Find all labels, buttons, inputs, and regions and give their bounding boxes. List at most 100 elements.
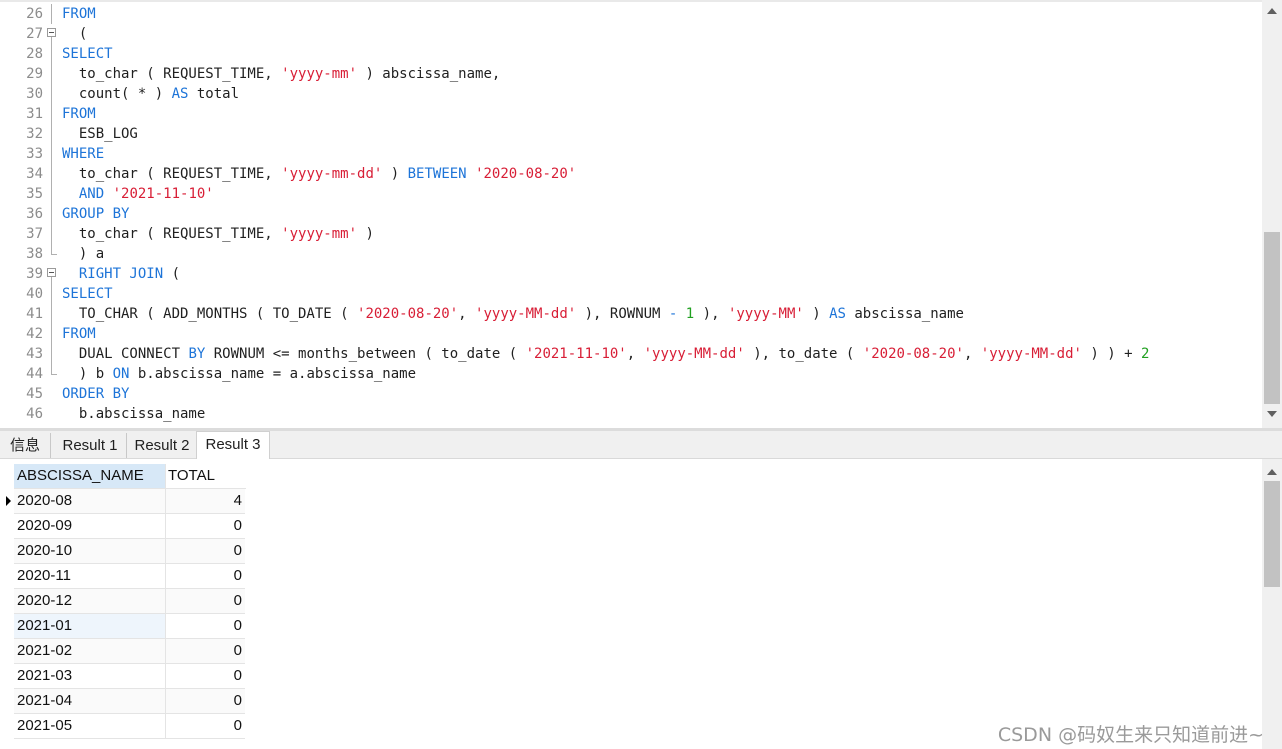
sql-keyword: RIGHT JOIN bbox=[78, 266, 164, 282]
code-line[interactable]: 34 to_char ( REQUEST_TIME, 'yyyy-mm-dd' … bbox=[0, 164, 1262, 184]
cell-abscissa-name[interactable]: 2021-01 bbox=[14, 614, 166, 639]
cell-total[interactable]: 0 bbox=[166, 614, 245, 639]
code-line[interactable]: 31 FROM bbox=[0, 104, 1262, 124]
scroll-down-arrow-icon[interactable] bbox=[1267, 411, 1277, 417]
fold-collapse-icon[interactable] bbox=[46, 24, 58, 44]
cell-total[interactable]: 0 bbox=[166, 589, 245, 614]
result-vertical-scrollbar[interactable] bbox=[1262, 459, 1282, 749]
code-text: count( * ) AS total bbox=[62, 84, 239, 104]
sql-string: 'yyyy-MM-dd' bbox=[475, 306, 577, 322]
line-number: 28 bbox=[26, 46, 43, 62]
cell-total[interactable]: 0 bbox=[166, 664, 245, 689]
table-row[interactable]: 2020-11 0 bbox=[14, 564, 246, 589]
cell-abscissa-name[interactable]: 2020-11 bbox=[14, 564, 166, 589]
code-line[interactable]: 30 count( * ) AS total bbox=[0, 84, 1262, 104]
minus-box-icon[interactable] bbox=[47, 28, 56, 37]
line-number: 46 bbox=[26, 406, 43, 422]
sql-token: ) ) + bbox=[1081, 346, 1141, 362]
code-line[interactable]: 32 ESB_LOG bbox=[0, 124, 1262, 144]
cell-total[interactable]: 4 bbox=[166, 489, 245, 514]
sql-token: count( * ) bbox=[62, 86, 172, 102]
tab-info[interactable]: 信息 bbox=[0, 433, 51, 458]
fold-guide bbox=[46, 104, 58, 124]
tab-result-3[interactable]: Result 3 bbox=[196, 431, 270, 459]
table-row[interactable]: 2021-01 0 bbox=[14, 614, 246, 639]
sql-token: to_char ( REQUEST_TIME, bbox=[62, 66, 282, 82]
sql-token: ESB_LOG bbox=[62, 126, 138, 142]
code-line[interactable]: 36 GROUP BY bbox=[0, 204, 1262, 224]
cell-total[interactable]: 0 bbox=[166, 689, 245, 714]
result-grid[interactable]: ABSCISSA_NAME TOTAL 2020-08 4 2020-09 0 2020… bbox=[6, 464, 246, 739]
column-header-abscissa-name[interactable]: ABSCISSA_NAME bbox=[14, 464, 166, 489]
table-row[interactable]: 2020-12 0 bbox=[14, 589, 246, 614]
table-row[interactable]: 2021-02 0 bbox=[14, 639, 246, 664]
editor-scroll-thumb[interactable] bbox=[1264, 232, 1280, 404]
cell-abscissa-name[interactable]: 2020-08 bbox=[14, 489, 166, 514]
scroll-up-arrow-icon[interactable] bbox=[1267, 469, 1277, 475]
table-row[interactable]: 2021-03 0 bbox=[14, 664, 246, 689]
fold-guide bbox=[46, 164, 58, 184]
code-line[interactable]: 46 b.abscissa_name bbox=[0, 404, 1262, 424]
cell-total[interactable]: 0 bbox=[166, 639, 245, 664]
cell-total[interactable]: 0 bbox=[166, 714, 245, 739]
code-line[interactable]: 41 TO_CHAR ( ADD_MONTHS ( TO_DATE ( '202… bbox=[0, 304, 1262, 324]
cell-abscissa-name[interactable]: 2021-02 bbox=[14, 639, 166, 664]
code-line[interactable]: 26 FROM bbox=[0, 4, 1262, 24]
fold-collapse-icon[interactable] bbox=[46, 264, 58, 284]
code-line[interactable]: 45 ORDER BY bbox=[0, 384, 1262, 404]
cell-total[interactable]: 0 bbox=[166, 564, 245, 589]
cell-abscissa-name[interactable]: 2020-09 bbox=[14, 514, 166, 539]
tab-result-1[interactable]: Result 1 bbox=[54, 433, 127, 458]
code-text: to_char ( REQUEST_TIME, 'yyyy-mm-dd' ) B… bbox=[62, 164, 576, 184]
cell-abscissa-name[interactable]: 2021-03 bbox=[14, 664, 166, 689]
code-line[interactable]: 43 DUAL CONNECT BY ROWNUM <= months_betw… bbox=[0, 344, 1262, 364]
scroll-up-arrow-icon[interactable] bbox=[1267, 8, 1277, 14]
sql-token: ), ROWNUM bbox=[576, 306, 669, 322]
code-text: WHERE bbox=[62, 144, 104, 164]
code-line[interactable]: 37 to_char ( REQUEST_TIME, 'yyyy-mm' ) bbox=[0, 224, 1262, 244]
line-number: 45 bbox=[26, 386, 43, 402]
table-row[interactable]: 2020-10 0 bbox=[14, 539, 246, 564]
code-line[interactable]: 44 ) b ON b.abscissa_name = a.abscissa_n… bbox=[0, 364, 1262, 384]
sql-string: '2020-08-20' bbox=[475, 166, 577, 182]
cell-abscissa-name[interactable]: 2020-10 bbox=[14, 539, 166, 564]
code-line[interactable]: 28 SELECT bbox=[0, 44, 1262, 64]
code-line[interactable]: 29 to_char ( REQUEST_TIME, 'yyyy-mm' ) a… bbox=[0, 64, 1262, 84]
table-row[interactable]: 2020-08 4 bbox=[6, 489, 246, 514]
cell-total[interactable]: 0 bbox=[166, 539, 245, 564]
code-line[interactable]: 40 SELECT bbox=[0, 284, 1262, 304]
sql-keyword: FROM bbox=[62, 6, 96, 22]
code-line[interactable]: 38 ) a bbox=[0, 244, 1262, 264]
fold-guide bbox=[46, 64, 58, 84]
cell-total[interactable]: 0 bbox=[166, 514, 245, 539]
code-text: FROM bbox=[62, 4, 96, 24]
code-line[interactable]: 27 ( bbox=[0, 24, 1262, 44]
fold-guide-line bbox=[51, 204, 52, 224]
code-line[interactable]: 33 WHERE bbox=[0, 144, 1262, 164]
tab-result-2[interactable]: Result 2 bbox=[128, 433, 196, 458]
sql-keyword: ORDER BY bbox=[62, 386, 130, 402]
cell-abscissa-name[interactable]: 2021-04 bbox=[14, 689, 166, 714]
fold-guide-line bbox=[51, 304, 52, 324]
code-text: ESB_LOG bbox=[62, 124, 138, 144]
cell-abscissa-name[interactable]: 2021-05 bbox=[14, 714, 166, 739]
column-header-total[interactable]: TOTAL bbox=[166, 464, 246, 489]
table-row[interactable]: 2021-05 0 bbox=[14, 714, 246, 739]
minus-box-icon[interactable] bbox=[47, 268, 56, 277]
sql-token: b.abscissa_name = a.abscissa_name bbox=[129, 366, 417, 382]
sql-editor[interactable]: 26 FROM 27 (28 SELECT 29 to_char ( REQUEST_T… bbox=[0, 0, 1282, 428]
editor-vertical-scrollbar[interactable] bbox=[1262, 0, 1282, 428]
code-line[interactable]: 42 FROM bbox=[0, 324, 1262, 344]
result-tabbar: 信息 Result 1 Result 2 Result 3 bbox=[0, 431, 1282, 459]
sql-keyword: GROUP BY bbox=[62, 206, 130, 222]
code-line[interactable]: 39 RIGHT JOIN ( bbox=[0, 264, 1262, 284]
table-row[interactable]: 2021-04 0 bbox=[14, 689, 246, 714]
fold-guide bbox=[46, 304, 58, 324]
code-line[interactable]: 35 AND '2021-11-10' bbox=[0, 184, 1262, 204]
code-lines[interactable]: 26 FROM 27 (28 SELECT 29 to_char ( REQUEST_T… bbox=[0, 4, 1262, 424]
cell-abscissa-name[interactable]: 2020-12 bbox=[14, 589, 166, 614]
result-scroll-thumb[interactable] bbox=[1264, 481, 1280, 587]
table-row[interactable]: 2020-09 0 bbox=[14, 514, 246, 539]
